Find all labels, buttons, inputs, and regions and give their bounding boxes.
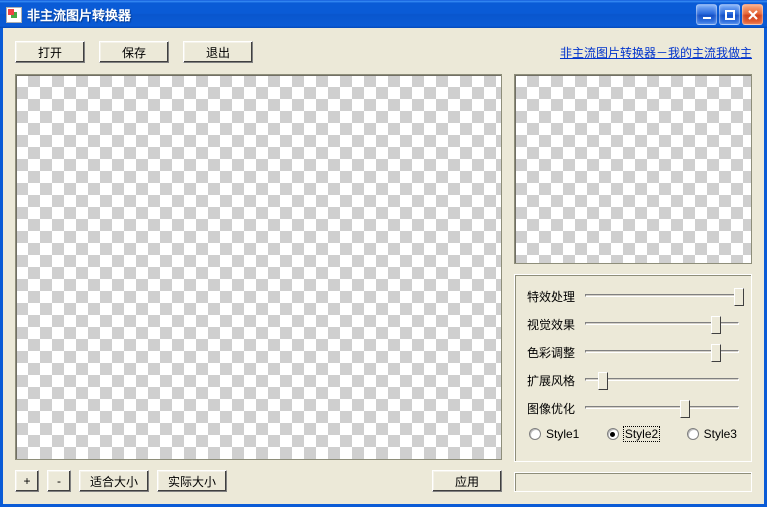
window-controls	[696, 4, 763, 25]
zoom-out-button[interactable]: -	[47, 470, 71, 492]
header-link[interactable]: 非主流图片转换器－我的主流我做主	[560, 44, 752, 61]
slider-color-thumb[interactable]	[711, 344, 721, 362]
exit-button[interactable]: 退出	[183, 41, 253, 63]
open-button[interactable]: 打开	[15, 41, 85, 63]
zoom-in-button[interactable]: +	[15, 470, 39, 492]
bottom-toolbar: + - 适合大小 实际大小 应用	[15, 470, 502, 492]
slider-color: 色彩调整	[527, 343, 739, 361]
radio-style2-dot	[607, 428, 619, 440]
slider-style-track[interactable]	[585, 371, 739, 389]
slider-optimize: 图像优化	[527, 399, 739, 417]
preview-canvas[interactable]	[514, 74, 752, 264]
main-canvas[interactable]	[15, 74, 502, 460]
title-bar: 非主流图片转换器	[0, 0, 767, 28]
settings-panel: 特效处理 视觉效果	[514, 274, 752, 462]
slider-color-track[interactable]	[585, 343, 739, 361]
slider-visual-label: 视觉效果	[527, 316, 585, 333]
radio-style3-dot	[687, 428, 699, 440]
maximize-button[interactable]	[719, 4, 740, 25]
slider-fx-label: 特效处理	[527, 288, 585, 305]
status-bar	[514, 472, 752, 492]
style-radio-group: Style1 Style2 Style3	[527, 427, 739, 441]
top-toolbar: 打开 保存 退出 非主流图片转换器－我的主流我做主	[15, 40, 752, 64]
radio-style1[interactable]: Style1	[529, 427, 579, 441]
slider-fx-track[interactable]	[585, 287, 739, 305]
slider-optimize-label: 图像优化	[527, 400, 585, 417]
radio-style1-dot	[529, 428, 541, 440]
apply-button[interactable]: 应用	[432, 470, 502, 492]
fit-size-button[interactable]: 适合大小	[79, 470, 149, 492]
slider-optimize-track[interactable]	[585, 399, 739, 417]
slider-style: 扩展风格	[527, 371, 739, 389]
app-icon	[6, 7, 22, 23]
slider-visual: 视觉效果	[527, 315, 739, 333]
radio-style3[interactable]: Style3	[687, 427, 737, 441]
slider-color-label: 色彩调整	[527, 344, 585, 361]
minimize-button[interactable]	[696, 4, 717, 25]
radio-style1-label: Style1	[546, 427, 579, 441]
slider-fx-thumb[interactable]	[734, 288, 744, 306]
slider-visual-track[interactable]	[585, 315, 739, 333]
slider-visual-thumb[interactable]	[711, 316, 721, 334]
close-button[interactable]	[742, 4, 763, 25]
actual-size-button[interactable]: 实际大小	[157, 470, 227, 492]
slider-style-thumb[interactable]	[598, 372, 608, 390]
slider-fx: 特效处理	[527, 287, 739, 305]
save-button[interactable]: 保存	[99, 41, 169, 63]
window-title: 非主流图片转换器	[27, 5, 696, 24]
radio-style3-label: Style3	[704, 427, 737, 441]
slider-optimize-thumb[interactable]	[680, 400, 690, 418]
slider-style-label: 扩展风格	[527, 372, 585, 389]
radio-style2-label: Style2	[624, 427, 659, 441]
radio-style2[interactable]: Style2	[607, 427, 659, 441]
